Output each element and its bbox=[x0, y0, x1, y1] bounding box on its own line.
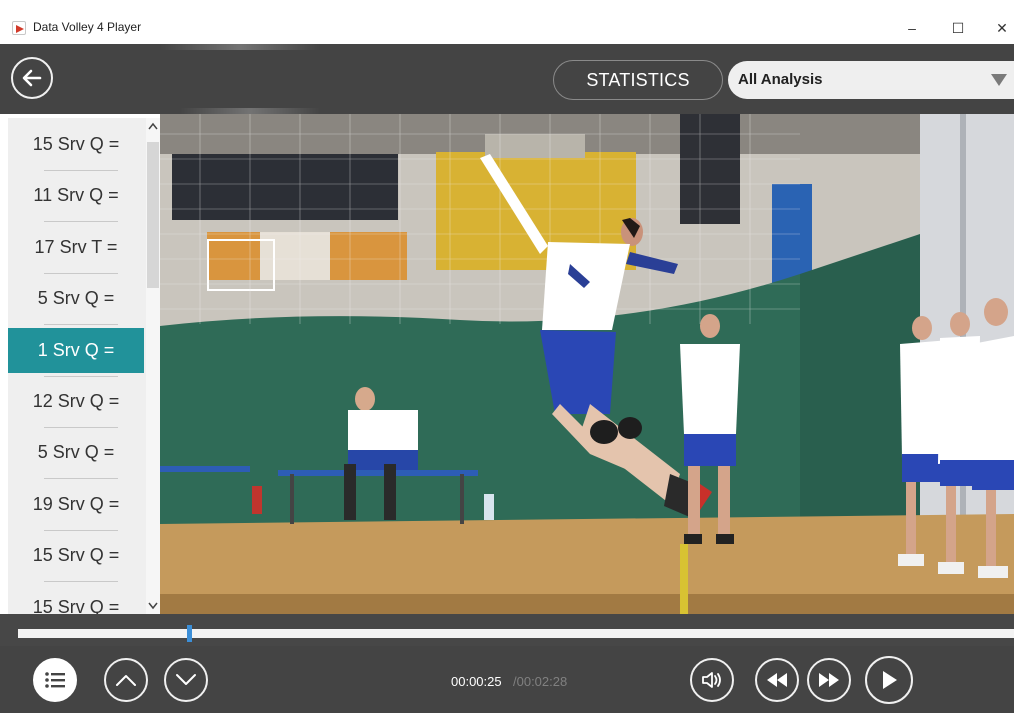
chevron-up-icon bbox=[116, 675, 136, 686]
list-item-label: 17 Srv T = bbox=[34, 237, 118, 257]
video-image bbox=[160, 114, 1014, 614]
list-icon bbox=[45, 672, 65, 688]
list-separator bbox=[44, 170, 118, 171]
maximize-button[interactable]: ☐ bbox=[943, 14, 973, 42]
list-separator bbox=[44, 581, 118, 582]
list-separator bbox=[44, 478, 118, 479]
analysis-selected-value: All Analysis bbox=[738, 71, 823, 88]
list-item[interactable]: 1 Srv Q = bbox=[8, 328, 144, 373]
window-titlebar: Data Volley 4 Player – ☐ ✕ bbox=[0, 0, 1014, 44]
seek-bar[interactable] bbox=[18, 629, 1014, 638]
rewind-button[interactable] bbox=[755, 658, 799, 702]
window-title: Data Volley 4 Player bbox=[33, 20, 142, 34]
list-item[interactable]: 12 Srv Q = bbox=[8, 379, 144, 424]
list-item-label: 11 Srv Q = bbox=[33, 185, 119, 205]
list-item-label: 5 Srv Q = bbox=[37, 288, 115, 308]
list-item-label: 15 Srv Q = bbox=[32, 134, 120, 154]
list-item-label: 5 Srv Q = bbox=[37, 442, 115, 462]
previous-item-button[interactable] bbox=[104, 658, 148, 702]
toolbar-highlight bbox=[160, 44, 320, 50]
video-frame[interactable] bbox=[160, 114, 1014, 614]
app-window: Data Volley 4 Player – ☐ ✕ STATISTICS Al… bbox=[0, 0, 1014, 713]
list-item[interactable]: 5 Srv Q = bbox=[8, 276, 144, 321]
progress-bar-area bbox=[0, 614, 1014, 646]
app-logo-icon bbox=[12, 21, 26, 35]
list-item[interactable]: 15 Srv Q = bbox=[8, 533, 144, 578]
list-item-label: 19 Srv Q = bbox=[32, 494, 120, 514]
seek-handle[interactable] bbox=[187, 625, 192, 642]
list-item[interactable]: 5 Srv Q = bbox=[8, 430, 144, 475]
next-item-button[interactable] bbox=[164, 658, 208, 702]
fast-forward-button[interactable] bbox=[807, 658, 851, 702]
list-scrollbar-thumb[interactable] bbox=[147, 142, 159, 288]
fast-forward-icon bbox=[819, 673, 839, 687]
rewind-icon bbox=[767, 673, 787, 687]
list-separator bbox=[44, 221, 118, 222]
list-separator bbox=[44, 273, 118, 274]
list-item-label: 12 Srv Q = bbox=[32, 391, 120, 411]
volume-button[interactable] bbox=[690, 658, 734, 702]
play-icon bbox=[883, 671, 897, 689]
back-button[interactable] bbox=[11, 57, 53, 99]
list-separator bbox=[44, 324, 118, 325]
list-item[interactable]: 11 Srv Q = bbox=[8, 173, 144, 218]
playback-controls: 00:00:25 /00:02:28 bbox=[0, 646, 1014, 713]
list-item-label: 15 Srv Q = bbox=[32, 545, 120, 565]
action-list: 15 Srv Q = 11 Srv Q = 17 Srv T = 5 Srv Q = 1… bbox=[8, 118, 160, 620]
scroll-up-icon[interactable] bbox=[148, 122, 158, 130]
list-item[interactable]: 19 Srv Q = bbox=[8, 482, 144, 527]
scroll-down-icon[interactable] bbox=[148, 602, 158, 610]
arrow-left-icon bbox=[22, 69, 42, 87]
top-toolbar: STATISTICS All Analysis bbox=[0, 44, 1014, 114]
list-toggle-button[interactable] bbox=[33, 658, 77, 702]
statistics-button[interactable]: STATISTICS bbox=[553, 60, 723, 100]
play-button[interactable] bbox=[865, 656, 913, 704]
current-time: 00:00:25 bbox=[451, 674, 502, 689]
analysis-dropdown[interactable]: All Analysis bbox=[728, 61, 1014, 99]
volume-icon bbox=[702, 672, 721, 688]
minimize-button[interactable]: – bbox=[897, 14, 927, 42]
list-item[interactable]: 17 Srv T = bbox=[8, 225, 144, 270]
triangle-down-icon bbox=[991, 74, 1007, 86]
close-button[interactable]: ✕ bbox=[987, 14, 1014, 42]
list-separator bbox=[44, 427, 118, 428]
total-time: /00:02:28 bbox=[513, 674, 568, 689]
list-separator bbox=[44, 530, 118, 531]
chevron-down-icon bbox=[176, 674, 196, 685]
list-item-label: 1 Srv Q = bbox=[37, 340, 115, 360]
list-item[interactable]: 15 Srv Q = bbox=[8, 122, 144, 167]
list-separator bbox=[44, 376, 118, 377]
